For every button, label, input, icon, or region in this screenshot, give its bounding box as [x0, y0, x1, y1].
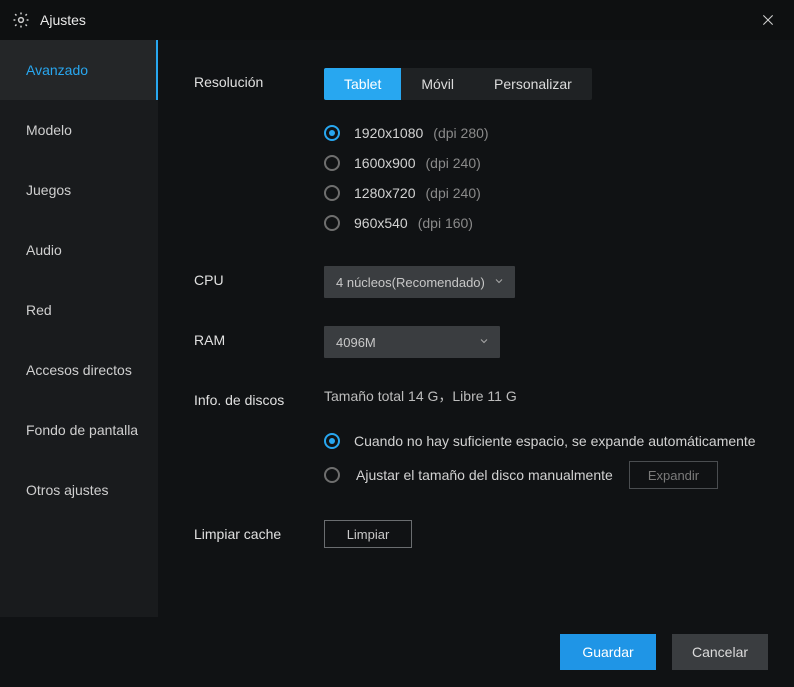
- sidebar-item-label: Juegos: [26, 182, 71, 198]
- ram-select[interactable]: 4096M: [324, 326, 500, 358]
- resolution-tabs: Tablet Móvil Personalizar: [324, 68, 592, 100]
- radio-icon: [324, 215, 340, 231]
- resolution-dpi: (dpi 160): [418, 215, 473, 231]
- resolution-option-960x540[interactable]: 960x540 (dpi 160): [324, 208, 758, 238]
- sidebar-item-otros[interactable]: Otros ajustes: [0, 460, 158, 520]
- radio-icon: [324, 433, 340, 449]
- resolution-option-1280x720[interactable]: 1280x720 (dpi 240): [324, 178, 758, 208]
- sidebar-item-fondo[interactable]: Fondo de pantalla: [0, 400, 158, 460]
- cache-label: Limpiar cache: [194, 520, 324, 542]
- resolution-dpi: (dpi 240): [426, 155, 481, 171]
- tab-movil[interactable]: Móvil: [401, 68, 474, 100]
- cpu-label: CPU: [194, 266, 324, 288]
- gear-icon: [12, 11, 30, 29]
- tab-tablet[interactable]: Tablet: [324, 68, 401, 100]
- resolution-value: 1920x1080: [354, 125, 423, 141]
- sidebar-item-label: Otros ajustes: [26, 482, 108, 498]
- titlebar: Ajustes: [0, 0, 794, 40]
- sidebar-item-audio[interactable]: Audio: [0, 220, 158, 280]
- disk-info: Tamaño total 14 G，Libre 11 G: [324, 386, 758, 406]
- resolution-dpi: (dpi 280): [433, 125, 488, 141]
- sidebar-item-label: Modelo: [26, 122, 72, 138]
- save-button[interactable]: Guardar: [560, 634, 656, 670]
- expand-button[interactable]: Expandir: [629, 461, 718, 489]
- chevron-down-icon: [478, 335, 490, 350]
- sidebar-item-label: Fondo de pantalla: [26, 422, 138, 438]
- resolution-dpi: (dpi 240): [426, 185, 481, 201]
- sidebar-item-red[interactable]: Red: [0, 280, 158, 340]
- radio-icon: [324, 185, 340, 201]
- resolution-value: 1280x720: [354, 185, 416, 201]
- resolution-label: Resolución: [194, 68, 324, 90]
- resolution-option-1920x1080[interactable]: 1920x1080 (dpi 280): [324, 118, 758, 148]
- sidebar-item-juegos[interactable]: Juegos: [0, 160, 158, 220]
- tab-label: Tablet: [344, 76, 381, 92]
- tab-label: Personalizar: [494, 76, 572, 92]
- tab-label: Móvil: [421, 76, 454, 92]
- chevron-down-icon: [493, 275, 505, 290]
- cpu-select[interactable]: 4 núcleos(Recomendado): [324, 266, 515, 298]
- sidebar-item-label: Red: [26, 302, 52, 318]
- radio-icon: [324, 125, 340, 141]
- window-title: Ajustes: [40, 12, 86, 28]
- disk-option-manual-label: Ajustar el tamaño del disco manualmente: [356, 467, 613, 483]
- sidebar-item-accesos[interactable]: Accesos directos: [0, 340, 158, 400]
- ram-label: RAM: [194, 326, 324, 348]
- sidebar-item-modelo[interactable]: Modelo: [0, 100, 158, 160]
- resolution-options: 1920x1080 (dpi 280) 1600x900 (dpi 240) 1…: [324, 118, 758, 238]
- disk-option-auto[interactable]: Cuando no hay suficiente espacio, se exp…: [324, 424, 758, 458]
- disk-option-manual[interactable]: Ajustar el tamaño del disco manualmente …: [324, 458, 758, 492]
- resolution-option-1600x900[interactable]: 1600x900 (dpi 240): [324, 148, 758, 178]
- cpu-value: 4 núcleos(Recomendado): [336, 275, 485, 290]
- disk-label: Info. de discos: [194, 386, 324, 408]
- sidebar-item-label: Accesos directos: [26, 362, 132, 378]
- radio-icon: [324, 467, 340, 483]
- disk-option-auto-label: Cuando no hay suficiente espacio, se exp…: [354, 433, 756, 449]
- resolution-value: 1600x900: [354, 155, 416, 171]
- sidebar-item-label: Audio: [26, 242, 62, 258]
- radio-icon: [324, 155, 340, 171]
- sidebar-item-avanzado[interactable]: Avanzado: [0, 40, 158, 100]
- ram-value: 4096M: [336, 335, 376, 350]
- sidebar: Avanzado Modelo Juegos Audio Red Accesos…: [0, 40, 158, 617]
- footer: Guardar Cancelar: [0, 617, 794, 687]
- tab-personalizar[interactable]: Personalizar: [474, 68, 592, 100]
- content-panel: Resolución Tablet Móvil Personalizar 192…: [158, 40, 794, 617]
- close-button[interactable]: [756, 8, 780, 32]
- clear-cache-button[interactable]: Limpiar: [324, 520, 412, 548]
- sidebar-item-label: Avanzado: [26, 62, 88, 78]
- cancel-button[interactable]: Cancelar: [672, 634, 768, 670]
- resolution-value: 960x540: [354, 215, 408, 231]
